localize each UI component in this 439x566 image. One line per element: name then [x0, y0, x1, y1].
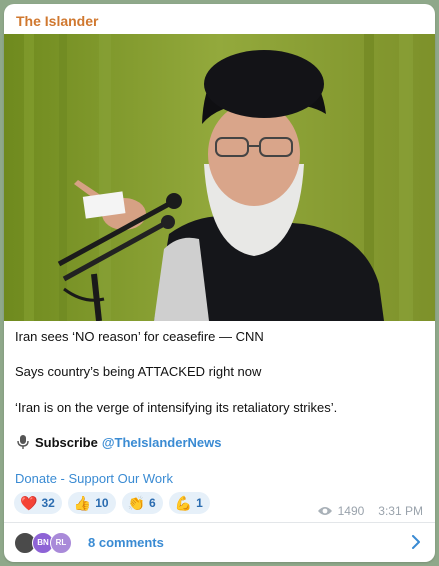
post-photo[interactable]: [4, 34, 435, 321]
heart-icon: ❤️: [20, 495, 38, 511]
photo-image: [4, 34, 435, 321]
post-line-3: ‘Iran is on the verge of intensifying it…: [15, 400, 338, 415]
view-count: 1490: [337, 504, 365, 518]
microphone-icon: [17, 435, 29, 449]
post-line-2: Says country’s being ATTACKED right now: [15, 364, 262, 379]
comments-button[interactable]: BN RL 8 comments: [4, 523, 435, 562]
commenter-avatars: BN RL: [14, 531, 76, 554]
message-meta: 1490 3:31 PM: [317, 504, 423, 518]
thumbs-up-icon: 👍: [73, 495, 92, 511]
subscribe-label: Subscribe: [35, 434, 98, 450]
post-line-1: Iran sees ‘NO reason’ for ceasefire — CN…: [15, 329, 264, 344]
reaction-clap[interactable]: 👏 6: [121, 492, 163, 514]
post-time: 3:31 PM: [378, 504, 423, 518]
comments-count-label: 8 comments: [88, 535, 164, 550]
donate-link[interactable]: Donate - Support Our Work: [15, 471, 173, 486]
reaction-count: 10: [95, 496, 109, 510]
reaction-count: 32: [41, 496, 55, 510]
reaction-count: 6: [149, 496, 156, 510]
reaction-count: 1: [196, 496, 203, 510]
eye-icon: [317, 507, 332, 515]
reactions-bar: ❤️ 32 👍 10 👏 6 💪 1: [14, 492, 210, 514]
clapping-hands-icon: 👏: [127, 495, 146, 511]
reaction-heart[interactable]: ❤️ 32: [14, 492, 62, 514]
avatar: RL: [50, 531, 72, 554]
channel-name[interactable]: The Islander: [16, 13, 98, 29]
chevron-right-icon: [412, 535, 420, 549]
message-card: The Islander Iran sees ‘NO reason’ for c…: [4, 4, 435, 562]
reaction-thumbs-up[interactable]: 👍 10: [67, 492, 116, 514]
channel-handle-link[interactable]: @TheIslanderNews: [102, 435, 222, 450]
muscle-icon: 💪: [174, 495, 193, 511]
reaction-muscle[interactable]: 💪 1: [168, 492, 210, 514]
subscribe-line: Subscribe @TheIslanderNews: [15, 434, 221, 450]
